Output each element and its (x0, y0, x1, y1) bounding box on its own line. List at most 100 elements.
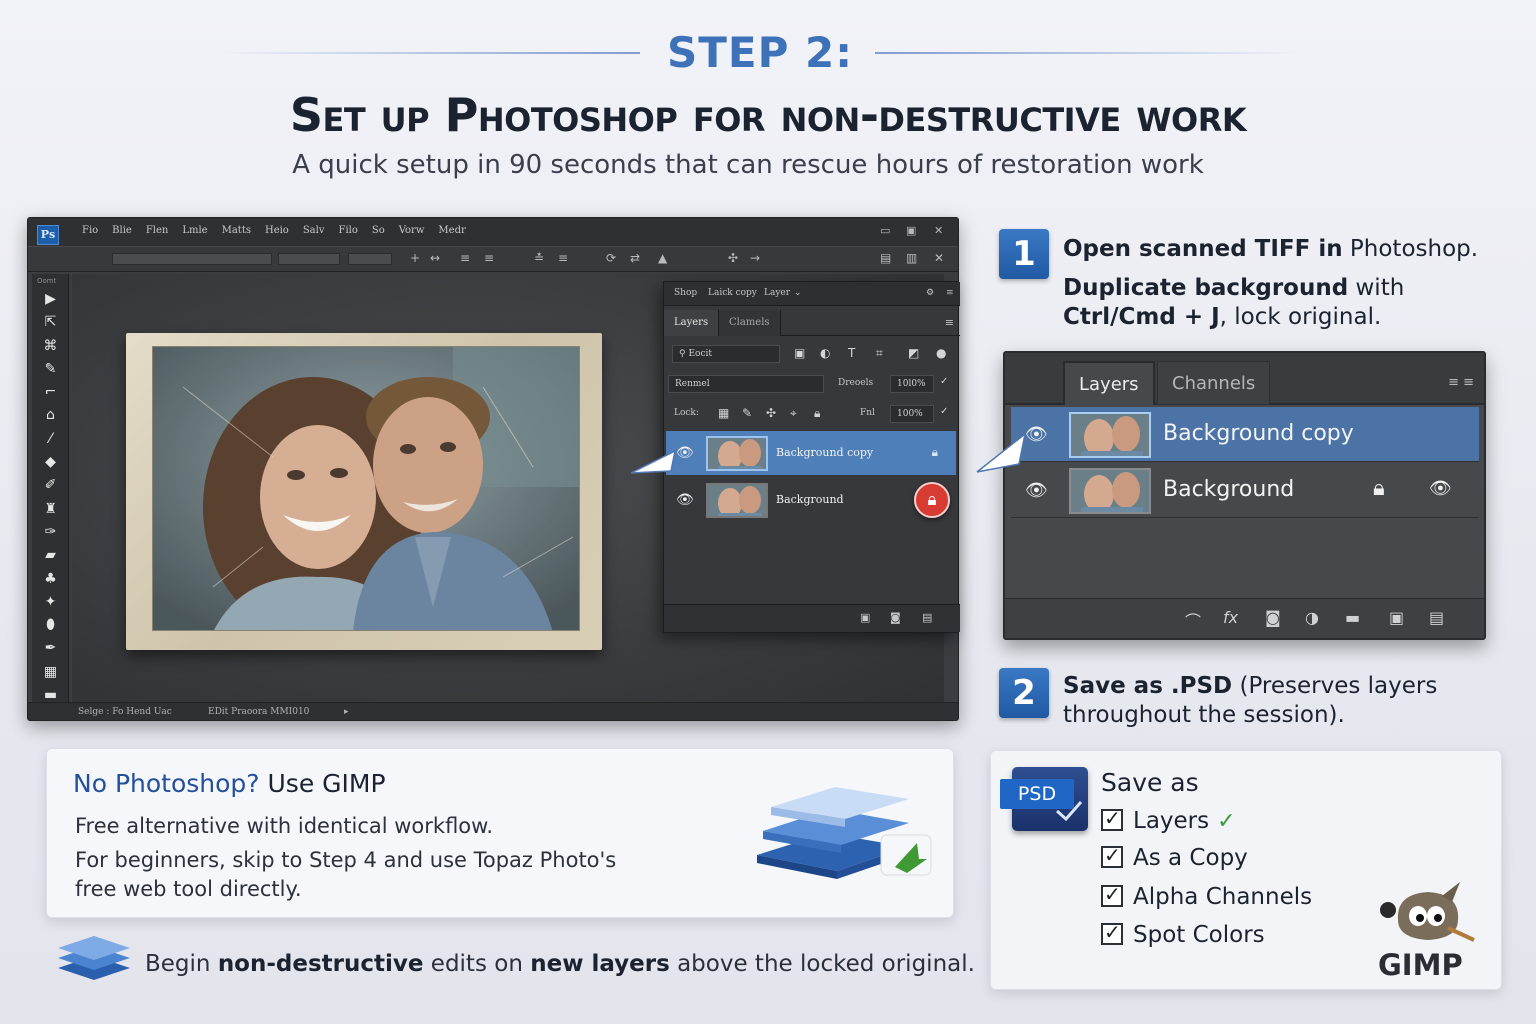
panel-top-tab[interactable]: Layer (764, 288, 790, 298)
menu-item[interactable]: Salv (303, 225, 325, 236)
panel-top-tab[interactable]: Laick copy (708, 288, 757, 298)
lock-pixels-icon[interactable]: ▦ (718, 406, 729, 420)
save-option-spot-colors[interactable]: Spot Colors (1101, 920, 1265, 948)
quick-select-tool-icon[interactable]: ✎ (32, 358, 69, 381)
lock-icon[interactable]: 🔒︎ (1373, 476, 1385, 501)
distribute-icon[interactable]: ≡ (558, 251, 568, 265)
transform-icon[interactable]: ⇄ (630, 251, 640, 265)
tab-layers[interactable]: Layers (664, 310, 720, 336)
visibility-eye-icon[interactable]: 👁︎ (676, 492, 694, 508)
delete-layer-icon[interactable]: ▤ (922, 611, 932, 624)
marquee-tool-icon[interactable]: ⇱ (32, 311, 69, 334)
triangle-icon[interactable]: ▲ (658, 251, 667, 265)
menu-item[interactable]: So (372, 225, 385, 236)
menu-item[interactable]: Lmle (182, 225, 207, 236)
healing-tool-icon[interactable]: ◆ (32, 451, 69, 474)
transform-icon[interactable]: ⟳ (606, 251, 616, 265)
menu-item[interactable]: Medr (438, 225, 465, 236)
menu-item[interactable]: Flen (146, 225, 169, 236)
lock-all-icon[interactable]: 🔒︎ (814, 406, 820, 421)
visibility-eye-icon[interactable]: 👁︎ (1429, 478, 1452, 499)
pen-tool-icon[interactable]: ✒ (32, 637, 69, 660)
lock-icon[interactable]: 🔒︎ (932, 445, 938, 460)
move-icon[interactable]: + (410, 251, 420, 265)
menu-item[interactable]: Blie (112, 225, 132, 236)
status-arrow-icon[interactable]: ▸ (344, 707, 349, 717)
align-icon[interactable]: ≡ (484, 251, 494, 265)
3d-icon[interactable]: ✣ (728, 251, 738, 265)
menu-item[interactable]: Filo (339, 225, 358, 236)
visibility-eye-icon[interactable]: 👁︎ (1025, 424, 1048, 445)
checkbox-checked[interactable] (1101, 806, 1123, 831)
panel-menu-icon[interactable]: ≡ ≡ (1448, 375, 1474, 390)
opacity-input[interactable]: 10l0% (890, 375, 934, 393)
panel-top-tab[interactable]: Shop (674, 288, 697, 298)
smart-object-filter-icon[interactable]: ◩ (908, 346, 919, 360)
option-field[interactable] (112, 253, 272, 265)
chevron-down-icon[interactable]: ⌄ (794, 288, 802, 298)
shape-filter-icon[interactable]: ⌗ (876, 346, 883, 361)
type-filter-icon[interactable]: T (848, 346, 855, 360)
checkbox-checked[interactable] (1101, 920, 1123, 945)
adjustment-filter-icon[interactable]: ◐ (820, 346, 830, 360)
eyedropper-tool-icon[interactable]: ⁄ (32, 428, 69, 451)
layer-row-background-copy[interactable]: 👁︎ Background copy 🔒︎ (666, 431, 956, 475)
delete-layer-icon[interactable]: ▤ (1429, 608, 1444, 627)
panel-options-icon[interactable]: ⚙ (926, 288, 934, 298)
blur-tool-icon[interactable]: ✦ (32, 591, 69, 614)
tab-layers[interactable]: Layers (1063, 361, 1155, 405)
close-icon[interactable]: ✕ (934, 251, 944, 265)
check-icon[interactable]: ✓ (940, 376, 948, 387)
paint-bucket-tool-icon[interactable]: ♣ (32, 568, 69, 591)
move-icon[interactable]: ↔ (430, 251, 440, 265)
checkbox-checked[interactable] (1101, 882, 1123, 907)
clone-stamp-tool-icon[interactable]: ♜ (32, 498, 69, 521)
check-icon[interactable]: ✓ (940, 406, 948, 417)
window-close-icon[interactable]: ✕ (934, 224, 943, 237)
panel-menu-icon[interactable]: ≡ (946, 288, 954, 298)
lock-paint-icon[interactable]: ✎ (742, 406, 752, 420)
save-option-layers[interactable]: Layers ✓ (1101, 806, 1236, 834)
frame-tool-icon[interactable]: ⌂ (32, 404, 69, 427)
workspace-icon[interactable]: ▥ (906, 251, 917, 265)
new-layer-icon[interactable]: ◙ (890, 611, 901, 624)
menu-item[interactable]: Fio (82, 225, 98, 236)
workspace-icon[interactable]: ▤ (880, 251, 891, 265)
fx-icon[interactable]: fx (1223, 608, 1238, 627)
panel-menu-icon[interactable]: ≡ (945, 316, 954, 329)
save-option-alpha-channels[interactable]: Alpha Channels (1101, 882, 1312, 910)
crop-tool-icon[interactable]: ⌐ (32, 381, 69, 404)
lock-artboard-icon[interactable]: ⌖ (790, 406, 797, 421)
save-option-as-a-copy[interactable]: As a Copy (1101, 843, 1248, 871)
type-tool-icon[interactable]: ▦ (32, 661, 69, 684)
option-dropdown[interactable] (348, 253, 392, 265)
fill-input[interactable]: 100% (890, 405, 934, 423)
menu-item[interactable]: Heio (265, 225, 289, 236)
dodge-tool-icon[interactable]: ⬮ (32, 614, 69, 637)
add-mask-icon[interactable]: ◙ (1265, 608, 1281, 627)
new-layer-icon[interactable]: ▣ (1389, 608, 1404, 627)
adjustment-layer-icon[interactable]: ◑ (1305, 608, 1319, 627)
window-maximize-icon[interactable]: ▣ (906, 224, 916, 237)
option-dropdown[interactable] (278, 253, 340, 265)
menu-item[interactable]: Vorw (399, 225, 425, 236)
tab-channels[interactable]: Channels (1157, 361, 1271, 405)
window-minimize-icon[interactable]: ▭ (880, 224, 890, 237)
move-tool-icon[interactable]: ▶ (32, 288, 69, 311)
blend-mode-dropdown[interactable]: Renmel (668, 375, 824, 393)
history-brush-tool-icon[interactable]: ✑ (32, 521, 69, 544)
lasso-tool-icon[interactable]: ⌘ (32, 335, 69, 358)
tab-channels[interactable]: Clamels (719, 310, 781, 336)
checkbox-checked[interactable] (1101, 843, 1123, 868)
arrow-icon[interactable]: → (750, 251, 760, 265)
filter-toggle-icon[interactable]: ● (936, 346, 946, 360)
layer-row-background[interactable]: 👁︎ Background 🔒︎ 👁︎ (1011, 463, 1479, 518)
layer-row-background-copy[interactable]: 👁︎ Background copy (1011, 407, 1479, 462)
visibility-eye-icon[interactable]: 👁︎ (1025, 480, 1048, 501)
pixel-filter-icon[interactable]: ▣ (794, 346, 805, 360)
distribute-icon[interactable]: ≛ (534, 251, 544, 265)
eraser-tool-icon[interactable]: ▰ (32, 544, 69, 567)
menu-item[interactable]: Matts (222, 225, 251, 236)
visibility-eye-icon[interactable]: 👁︎ (676, 445, 694, 461)
kind-filter-dropdown[interactable]: ⚲ Eocit (672, 345, 780, 363)
